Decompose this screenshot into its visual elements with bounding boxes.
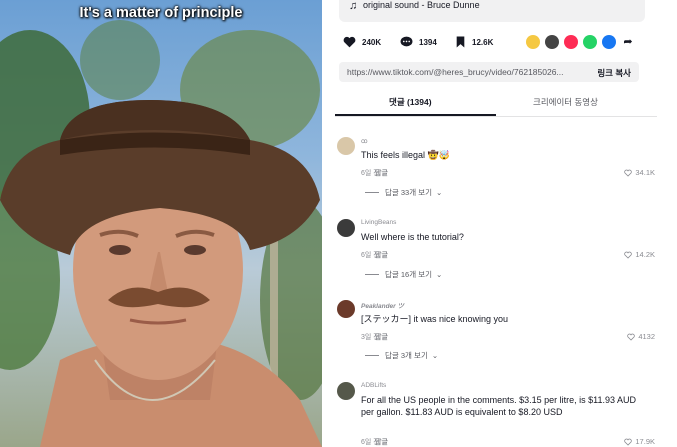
save-count: 12.6K: [472, 37, 494, 47]
comment-text: Well where is the tutorial?: [361, 232, 464, 242]
divider: [365, 274, 379, 275]
heart-icon: [343, 36, 356, 48]
bookmark-icon: [456, 36, 465, 48]
comment-like-button[interactable]: 17.9K: [624, 437, 655, 446]
comments-panel: ♫ original sound - Bruce Dunne 240K 1394…: [335, 0, 657, 447]
reply-button[interactable]: 답글: [375, 437, 388, 447]
view-replies-label: 답글 16개 보기: [385, 270, 433, 279]
heart-outline-icon: [624, 169, 633, 177]
divider: [322, 0, 335, 447]
comment-count: 1394: [419, 37, 437, 47]
facebook-icon[interactable]: [602, 35, 616, 49]
video-caption: It's a matter of principle: [79, 5, 243, 21]
view-replies-button[interactable]: 답글 3개 보기 ⌄: [365, 350, 438, 361]
link-box: https://www.tiktok.com/@heres_brucy/vide…: [339, 62, 639, 82]
sound-label: original sound - Bruce Dunne: [363, 0, 480, 10]
code-icon[interactable]: [545, 35, 559, 49]
chevron-down-icon: ⌄: [436, 270, 443, 279]
send-icon[interactable]: [564, 35, 578, 49]
comment-like-count: 34.1K: [635, 168, 655, 177]
heart-outline-icon: [627, 333, 636, 341]
scrollbar[interactable]: [657, 0, 677, 447]
heart-outline-icon: [624, 438, 633, 446]
avatar[interactable]: [337, 382, 355, 400]
reply-button[interactable]: 답글: [375, 332, 388, 342]
share-arrow-icon[interactable]: ➦: [621, 35, 635, 49]
copy-link-button[interactable]: 링크 복사: [597, 67, 631, 79]
tab-creator-videos[interactable]: 크리에이터 동영상: [533, 96, 598, 108]
avatar[interactable]: [337, 219, 355, 237]
comment-icon: [400, 36, 413, 47]
view-replies-button[interactable]: 답글 16개 보기 ⌄: [365, 269, 442, 280]
active-tab-indicator: [335, 114, 496, 116]
embed-icon[interactable]: [526, 35, 540, 49]
comment-like-count: 14.2K: [635, 250, 655, 259]
view-replies-label: 답글 3개 보기: [385, 351, 428, 360]
chevron-down-icon: ⌄: [431, 351, 439, 360]
video-frame: [0, 20, 322, 447]
comment-like-button[interactable]: 14.2K: [624, 250, 655, 259]
comment-username[interactable]: LivingBeans: [361, 219, 396, 226]
comment-username[interactable]: Peaklander ツ: [361, 300, 404, 310]
view-replies-label: 답글 33개 보기: [385, 188, 433, 197]
tab-comments[interactable]: 댓글 (1394): [389, 96, 432, 108]
comment-text: This feels illegal 🤠🤯: [361, 150, 450, 160]
tab-bar: 댓글 (1394) 크리에이터 동영상: [335, 90, 657, 117]
like-button[interactable]: 240K: [343, 34, 381, 50]
chevron-down-icon: ⌄: [436, 188, 443, 197]
video-player[interactable]: It's a matter of principle: [0, 0, 322, 447]
like-count: 240K: [362, 37, 382, 47]
music-note-icon: ♫: [349, 0, 358, 12]
comment-username[interactable]: ADBLifts: [361, 382, 386, 389]
heart-outline-icon: [624, 251, 633, 259]
whatsapp-icon[interactable]: [583, 35, 597, 49]
save-button[interactable]: 12.6K: [455, 34, 493, 50]
avatar[interactable]: [337, 300, 355, 318]
comment-username[interactable]: ꝏ: [361, 137, 368, 145]
comment-button[interactable]: 1394: [400, 34, 437, 50]
comment-like-count: 17.9K: [635, 437, 655, 446]
reply-button[interactable]: 답글: [375, 250, 388, 260]
divider: [365, 355, 379, 356]
avatar[interactable]: [337, 137, 355, 155]
comment-text: For all the US people in the comments. $…: [361, 395, 636, 417]
divider: [365, 192, 379, 193]
view-replies-button[interactable]: 답글 33개 보기 ⌄: [365, 187, 442, 198]
comment-like-button[interactable]: 34.1K: [624, 168, 655, 177]
sound-link[interactable]: ♫ original sound - Bruce Dunne: [339, 0, 645, 22]
comment-like-button[interactable]: 4132: [627, 332, 655, 341]
reply-button[interactable]: 답글: [375, 168, 388, 178]
video-url: https://www.tiktok.com/@heres_brucy/vide…: [347, 67, 564, 77]
comment-like-count: 4132: [638, 332, 655, 341]
comment-text: [ステッカー] it was nice knowing you: [361, 314, 509, 324]
